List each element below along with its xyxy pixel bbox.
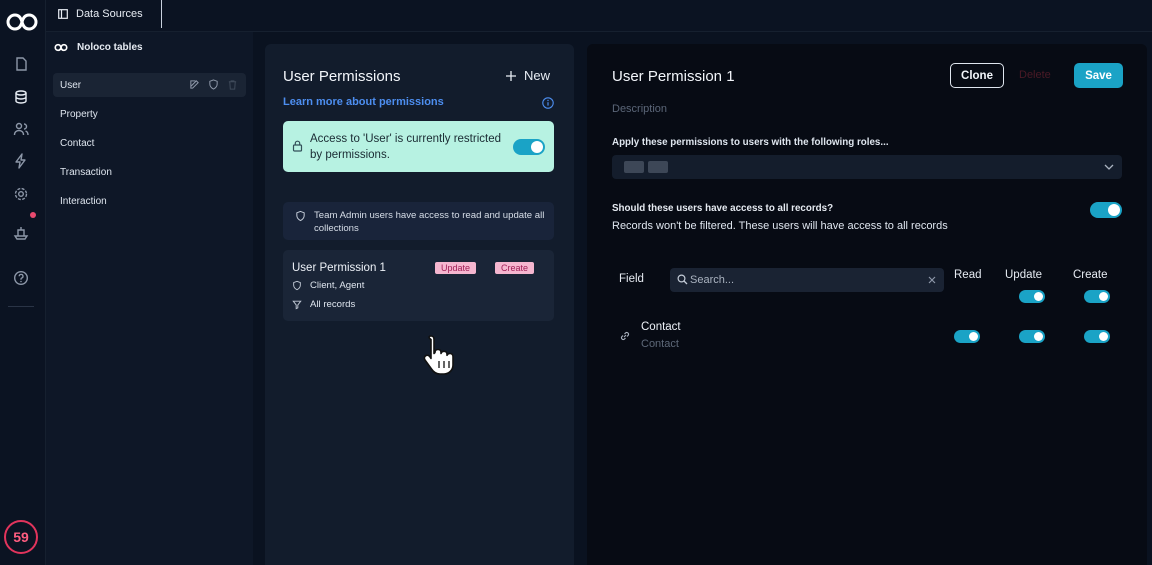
contact-update-toggle[interactable] — [1019, 330, 1045, 343]
tab-data-sources[interactable]: Data Sources — [58, 0, 162, 28]
permission-card-roles: Client, Agent — [292, 280, 364, 291]
hand-cursor-icon — [423, 335, 454, 375]
all-records-question: Should these users have access to all re… — [612, 203, 834, 214]
collections-sidebar: Noloco tables User Property Contact Tran… — [46, 32, 253, 565]
restriction-toggle[interactable] — [513, 139, 545, 155]
all-records-toggle[interactable] — [1090, 202, 1122, 218]
shield-icon — [296, 210, 305, 222]
panel-title: User Permissions — [283, 68, 401, 85]
description-field[interactable]: Description — [612, 103, 667, 115]
admin-note-text: Team Admin users have access to read and… — [314, 210, 545, 234]
sidebar-item-label: Interaction — [60, 195, 107, 207]
contact-read-toggle[interactable] — [954, 330, 980, 343]
update-all-toggle[interactable] — [1019, 290, 1045, 303]
permission-card-name: User Permission 1 — [292, 262, 386, 274]
lock-icon — [292, 140, 303, 152]
plus-icon — [505, 70, 516, 81]
onboarding-progress-badge[interactable]: 59 — [4, 520, 38, 554]
permission-card[interactable]: User Permission 1 Update Create Client, … — [283, 250, 554, 321]
noloco-logo[interactable] — [6, 11, 38, 38]
tab-label: Data Sources — [76, 8, 143, 20]
restriction-notice: Access to 'User' is currently restricted… — [283, 121, 554, 172]
role-tag — [648, 161, 668, 173]
search-input[interactable] — [690, 272, 920, 288]
permission-card-filter: All records — [292, 299, 355, 310]
noloco-icon — [54, 43, 68, 52]
sidebar-item-label: Contact — [60, 137, 95, 149]
notification-dot — [30, 212, 36, 218]
create-all-toggle[interactable] — [1084, 290, 1110, 303]
field-row-name: Contact — [641, 321, 681, 333]
field-row-subtitle: Contact — [641, 338, 679, 350]
sidebar-header: Noloco tables — [54, 42, 143, 53]
learn-more-link[interactable]: Learn more about permissions — [283, 96, 444, 108]
create-chip: Create — [495, 262, 535, 274]
new-label: New — [523, 68, 550, 83]
shield-icon[interactable] — [208, 79, 219, 90]
field-column-header: Field — [619, 273, 644, 285]
link-icon — [620, 331, 630, 341]
update-column-header: Update — [1005, 269, 1043, 281]
users-icon[interactable] — [13, 121, 29, 137]
roles-text: Client, Agent — [310, 280, 365, 291]
restriction-text: Access to 'User' is currently restricted… — [310, 133, 501, 161]
permissions-list-panel: User Permissions New Learn more about pe… — [265, 44, 574, 565]
update-chip: Update — [435, 262, 477, 274]
sidebar-item-label: Transaction — [60, 166, 112, 178]
sidebar-item-label: Property — [60, 108, 98, 120]
admin-access-note: Team Admin users have access to read and… — [283, 202, 554, 240]
shield-icon — [293, 280, 301, 291]
top-bar: Data Sources — [46, 0, 1152, 32]
roles-label: Apply these permissions to users with th… — [612, 137, 889, 148]
edit-icon[interactable] — [189, 79, 200, 90]
contact-create-toggle[interactable] — [1084, 330, 1110, 343]
sidebar-item-label: User — [60, 79, 82, 91]
permission-detail-panel: User Permission 1 Clone Delete Save Desc… — [587, 44, 1147, 565]
all-records-hint: Records won't be filtered. These users w… — [612, 220, 948, 232]
sidebar-item-transaction[interactable]: Transaction — [53, 160, 246, 184]
icon-rail: 59 — [0, 0, 46, 565]
filter-icon — [292, 300, 302, 310]
sidebar-item-contact[interactable]: Contact — [53, 131, 246, 155]
sidebar-item-interaction[interactable]: Interaction — [53, 189, 246, 213]
new-permission-button[interactable]: New — [505, 68, 550, 83]
create-column-header: Create — [1073, 269, 1108, 281]
clear-icon[interactable] — [928, 276, 936, 284]
search-icon — [677, 274, 688, 285]
save-button[interactable]: Save — [1074, 63, 1123, 88]
database-icon[interactable] — [13, 89, 29, 105]
role-tag — [624, 161, 644, 173]
roles-select[interactable] — [612, 155, 1122, 179]
rail-divider — [8, 306, 34, 307]
filter-text: All records — [310, 299, 356, 310]
sidebar-item-user[interactable]: User — [53, 73, 246, 97]
gear-icon[interactable] — [13, 186, 29, 202]
field-search[interactable] — [670, 268, 944, 292]
ship-icon[interactable] — [13, 225, 29, 241]
detail-title: User Permission 1 — [612, 68, 735, 85]
delete-button[interactable]: Delete — [1019, 69, 1051, 81]
lightning-icon[interactable] — [13, 153, 29, 169]
info-icon[interactable] — [542, 97, 554, 109]
sidebar-item-property[interactable]: Property — [53, 102, 246, 126]
trash-icon[interactable] — [227, 79, 238, 90]
page-icon[interactable] — [13, 56, 29, 72]
sidebar-header-label: Noloco tables — [77, 42, 143, 53]
read-column-header: Read — [954, 269, 982, 281]
help-icon[interactable] — [13, 270, 29, 286]
chevron-down-icon — [1104, 164, 1114, 170]
table-icon — [58, 9, 68, 19]
clone-button[interactable]: Clone — [950, 63, 1004, 88]
